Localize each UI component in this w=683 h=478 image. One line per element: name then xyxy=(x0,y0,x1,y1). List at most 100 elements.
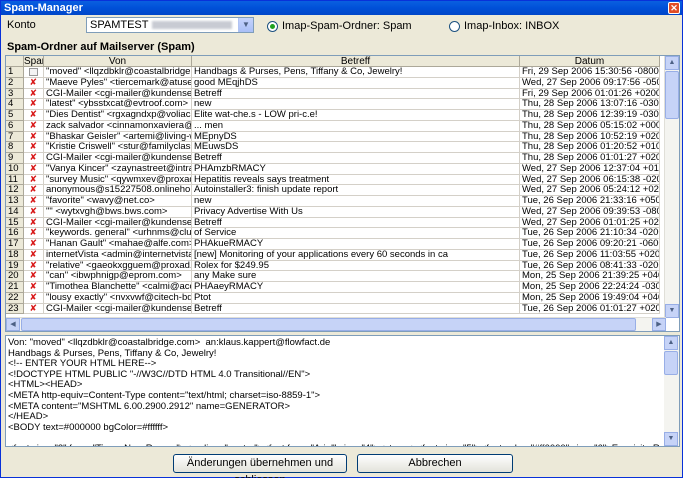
spam-mark-icon[interactable] xyxy=(30,293,38,302)
spam-mark-icon[interactable] xyxy=(30,282,38,291)
spam-checkbox[interactable] xyxy=(24,99,44,110)
cell-datum: Thu, 28 Sep 2006 10:52:19 +0200 xyxy=(520,131,660,143)
cell-von: "favorite" <wavy@net.co> xyxy=(44,196,192,207)
scroll-up-icon[interactable]: ▲ xyxy=(664,336,678,350)
table-row[interactable]: 1 "moved" <llqzdbklr@coastalbridge.com>Ha… xyxy=(6,67,660,78)
table-row[interactable]: 8 "Kristie Criswell" <stur@familyclassicc… xyxy=(6,142,660,153)
spam-mark-icon[interactable] xyxy=(30,110,38,119)
spam-checkbox[interactable] xyxy=(24,77,44,89)
spam-mark-icon[interactable] xyxy=(30,196,38,205)
scroll-up-icon[interactable]: ▲ xyxy=(665,56,679,70)
table-row[interactable]: 13 "favorite" <wavy@net.co>newTue, 26 Sep… xyxy=(6,196,660,207)
col-header-num[interactable] xyxy=(6,56,24,67)
cancel-button[interactable]: Abbrechen xyxy=(357,454,513,473)
spam-mark-icon[interactable] xyxy=(30,304,38,313)
spam-mark-icon[interactable] xyxy=(30,153,38,162)
spam-mark-icon[interactable] xyxy=(30,207,38,216)
spam-checkbox[interactable] xyxy=(24,120,44,132)
apply-and-close-button[interactable]: Änderungen übernehmen und schliessen xyxy=(173,454,347,478)
spam-mark-icon[interactable] xyxy=(30,261,38,270)
table-row[interactable]: 14 "" <wytxvgh@bws.bws.com>Privacy Advert… xyxy=(6,206,660,218)
spam-checkbox[interactable] xyxy=(24,67,44,78)
table-row[interactable]: 22 "lousy exactly" <nvxvwf@citech-bd.com>… xyxy=(6,292,660,304)
scroll-down-icon[interactable]: ▼ xyxy=(664,432,678,446)
spam-checkbox[interactable] xyxy=(24,260,44,272)
table-row[interactable]: 2 "Maeve Pyles" <tiercemark@atuservice.ne… xyxy=(6,77,660,89)
spam-mark-icon[interactable] xyxy=(30,142,38,151)
spam-checkbox[interactable] xyxy=(24,249,44,261)
table-row[interactable]: 11 "survey Music" <qywmxev@proxad.net>Hep… xyxy=(6,174,660,186)
table-row[interactable]: 20 "can" <ibwphnigp@eprom.com>any Make su… xyxy=(6,271,660,282)
spam-mark-icon[interactable] xyxy=(30,175,38,184)
cell-betreff: PHAmzbRMACY xyxy=(192,163,520,175)
spam-checkbox[interactable] xyxy=(24,88,44,100)
table-row[interactable]: 6 zack salvador <cinnamonxaviera@sapim.it… xyxy=(6,120,660,132)
spam-mark-icon[interactable] xyxy=(30,121,38,130)
col-header-spam[interactable]: Spam xyxy=(24,56,44,67)
spam-checkbox[interactable] xyxy=(24,174,44,186)
table-row[interactable]: 17 "Hanan Gault" <mahae@alfe.com>PHAkueRM… xyxy=(6,239,660,250)
scroll-left-icon[interactable]: ◀ xyxy=(6,318,20,331)
table-row[interactable]: 21 "Timothea Blanchette" <calmi@accessgro… xyxy=(6,282,660,293)
scroll-thumb-horizontal[interactable] xyxy=(21,318,636,331)
table-row[interactable]: 12 anonymous@s15227508.onlinehome-server.… xyxy=(6,185,660,196)
scroll-thumb[interactable] xyxy=(665,71,679,119)
message-source-view[interactable]: Von: "moved" <llqzdbklr@coastalbridge.co… xyxy=(5,335,680,447)
table-row[interactable]: 5 "Dies Dentist" <rgxagndxp@voliacable.co… xyxy=(6,110,660,121)
radio-imap-inbox[interactable]: Imap-Inbox: INBOX xyxy=(449,20,559,32)
scroll-thumb[interactable] xyxy=(664,351,678,375)
detail-vertical-scrollbar[interactable]: ▲ ▼ xyxy=(664,336,679,446)
col-header-betreff[interactable]: Betreff xyxy=(192,56,520,67)
radio-imap-spam-label: Imap-Spam-Ordner: Spam xyxy=(282,20,412,32)
spam-mark-icon[interactable] xyxy=(30,218,38,227)
spam-mark-icon[interactable] xyxy=(30,78,38,87)
konto-select[interactable]: SPAMTEST ▼ xyxy=(86,17,254,33)
spam-mark-icon[interactable] xyxy=(30,228,38,237)
table-row[interactable]: 19 "relative" <gaeokxgguem@proxad.net>Rol… xyxy=(6,260,660,272)
table-row[interactable]: 16 "keywords. general" <urhnms@club-inter… xyxy=(6,228,660,239)
spam-checkbox[interactable] xyxy=(24,206,44,218)
spam-checkbox[interactable] xyxy=(24,228,44,239)
spam-mark-icon[interactable] xyxy=(30,239,38,248)
spam-checkbox[interactable] xyxy=(24,271,44,282)
table-row[interactable]: 4 "latest" <ybsstxcat@evtroof.com>newThu,… xyxy=(6,99,660,110)
spam-mark-icon[interactable] xyxy=(30,99,38,108)
cell-von: "survey Music" <qywmxev@proxad.net> xyxy=(44,174,192,186)
table-vertical-scrollbar[interactable]: ▲ ▼ xyxy=(664,56,679,318)
spam-checkbox[interactable] xyxy=(24,163,44,175)
radio-imap-spam[interactable]: Imap-Spam-Ordner: Spam xyxy=(267,20,412,32)
spam-checkbox[interactable] xyxy=(24,131,44,143)
spam-mark-icon[interactable] xyxy=(30,164,38,173)
chevron-down-icon[interactable]: ▼ xyxy=(238,18,253,32)
table-horizontal-scrollbar[interactable]: ◀ ▶ xyxy=(6,317,666,331)
scroll-down-icon[interactable]: ▼ xyxy=(665,304,679,318)
scroll-right-icon[interactable]: ▶ xyxy=(652,318,666,331)
table-row[interactable]: 18 internetVista <admin@internetvista.com… xyxy=(6,249,660,261)
table-row[interactable]: 23 CGI-Mailer <cgi-mailer@kundenserver.de… xyxy=(6,303,660,315)
spam-mark-icon[interactable] xyxy=(30,271,38,280)
table-row[interactable]: 10 "Vanya Kincer" <zaynastreet@intradeco.… xyxy=(6,163,660,175)
spam-checkbox[interactable] xyxy=(24,217,44,229)
col-header-datum[interactable]: Datum xyxy=(520,56,660,67)
spam-manager-window: Spam-Manager ✕ Konto SPAMTEST ▼ Imap-Spa… xyxy=(0,0,683,478)
checkbox-empty-icon[interactable] xyxy=(29,68,38,76)
col-header-von[interactable]: Von xyxy=(44,56,192,67)
spam-checkbox[interactable] xyxy=(24,292,44,304)
spam-checkbox[interactable] xyxy=(24,153,44,164)
spam-checkbox[interactable] xyxy=(24,196,44,207)
table-row[interactable]: 3 CGI-Mailer <cgi-mailer@kundenserver.de>… xyxy=(6,88,660,100)
spam-checkbox[interactable] xyxy=(24,239,44,250)
spam-checkbox[interactable] xyxy=(24,303,44,315)
spam-checkbox[interactable] xyxy=(24,142,44,153)
close-button[interactable]: ✕ xyxy=(668,2,680,14)
spam-mark-icon[interactable] xyxy=(30,185,38,194)
spam-checkbox[interactable] xyxy=(24,282,44,293)
spam-mark-icon[interactable] xyxy=(30,132,38,141)
spam-checkbox[interactable] xyxy=(24,110,44,121)
table-row[interactable]: 15 CGI-Mailer <cgi-mailer@kundenserver.de… xyxy=(6,217,660,229)
spam-checkbox[interactable] xyxy=(24,185,44,196)
spam-mark-icon[interactable] xyxy=(30,250,38,259)
table-row[interactable]: 7 "Bhaskar Geisler" <artemi@living-word.c… xyxy=(6,131,660,143)
spam-mark-icon[interactable] xyxy=(30,89,38,98)
table-row[interactable]: 9 CGI-Mailer <cgi-mailer@kundenserver.de>… xyxy=(6,153,660,164)
